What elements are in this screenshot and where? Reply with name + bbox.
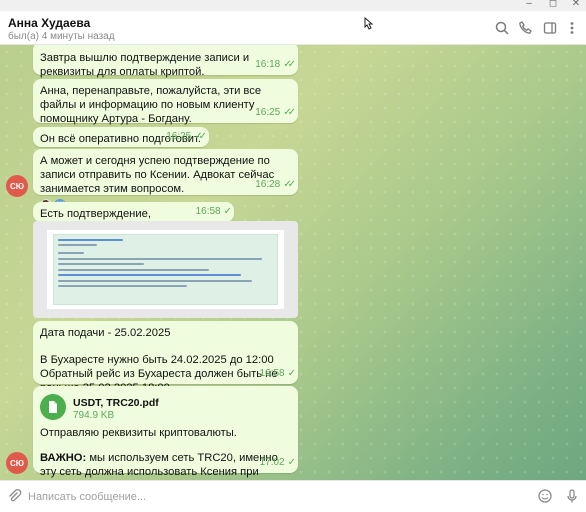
- chat-header[interactable]: Анна Худаева был(а) 4 минуты назад: [0, 11, 586, 45]
- important-label: ВАЖНО:: [40, 452, 87, 464]
- read-check-icon: ✓✓: [283, 107, 296, 118]
- emoji-icon[interactable]: [537, 488, 553, 504]
- message-text: Завтра вышлю подтверждение записи и рекв…: [40, 52, 250, 78]
- read-check-icon: ✓✓: [194, 131, 207, 142]
- read-check-icon: ✓: [223, 206, 233, 217]
- read-check-icon: ✓✓: [283, 59, 296, 70]
- window-titlebar: – ◻ ✕: [0, 0, 586, 11]
- message-bubble[interactable]: USDT, TRC20.pdf 794.9 KB Отправляю рекви…: [33, 386, 298, 478]
- read-check-icon: ✓: [287, 457, 297, 468]
- message-composer: [0, 480, 586, 512]
- chat-messages[interactable]: Завтра вышлю подтверждение записи и рекв…: [0, 45, 586, 480]
- forwarded-document-image[interactable]: [33, 221, 298, 318]
- message-text: А может и сегодня успею подтверждение по…: [40, 155, 275, 195]
- chat-status: был(а) 4 минуты назад: [8, 31, 115, 42]
- more-menu-icon[interactable]: [564, 20, 580, 36]
- message-text-arrival: В Бухаресте нужно быть 24.02.2025 до 12:…: [40, 354, 274, 366]
- attach-icon[interactable]: [6, 488, 22, 504]
- message-meta: 16:18 ✓✓: [255, 58, 296, 72]
- minimize-button[interactable]: –: [519, 0, 539, 10]
- phone-icon[interactable]: [518, 20, 534, 36]
- message-time: 16:58: [195, 206, 221, 217]
- message-bubble[interactable]: А может и сегодня успею подтверждение по…: [33, 149, 298, 211]
- close-button[interactable]: ✕: [566, 0, 586, 10]
- message-meta: 16:28 ✓✓: [255, 178, 296, 192]
- microphone-icon[interactable]: [564, 488, 580, 504]
- message-time: 16:18: [255, 59, 281, 70]
- read-check-icon: ✓✓: [283, 179, 296, 190]
- avatar[interactable]: СЮ: [6, 452, 28, 474]
- message-bubble[interactable]: Дата подачи - 25.02.2025 В Бухаресте нуж…: [33, 321, 298, 394]
- message-bubble[interactable]: Анна, перенаправьте, пожалуйста, эти все…: [33, 79, 298, 141]
- chat-title[interactable]: Анна Худаева: [8, 16, 90, 30]
- search-icon[interactable]: [494, 20, 510, 36]
- message-time: 16:25: [255, 107, 281, 118]
- message-time: 16:25: [166, 131, 192, 142]
- message-time: 17:02: [259, 457, 285, 468]
- message-meta: 16:25 ✓✓: [255, 106, 296, 120]
- file-icon[interactable]: [40, 394, 66, 420]
- message-meta: 16:58 ✓: [259, 367, 297, 381]
- message-text-date: Дата подачи - 25.02.2025: [40, 327, 171, 339]
- message-meta: 16:58 ✓: [195, 205, 233, 219]
- message-text: Анна, перенаправьте, пожалуйста, эти все…: [40, 85, 262, 125]
- maximize-button[interactable]: ◻: [543, 0, 563, 10]
- message-time: 16:58: [259, 368, 285, 379]
- message-meta: 17:02 ✓: [259, 456, 297, 470]
- message-time: 16:28: [255, 179, 281, 190]
- sidebar-toggle-icon[interactable]: [542, 20, 558, 36]
- message-bubble[interactable]: Он всё оперативно подготовит. 16:25 ✓✓: [33, 127, 209, 147]
- file-name[interactable]: USDT, TRC20.pdf: [73, 396, 159, 410]
- avatar[interactable]: СЮ: [6, 175, 28, 197]
- message-meta: 16:25 ✓✓: [166, 130, 207, 144]
- message-bubble[interactable]: Есть подтверждение, перенаправляю. 16:58…: [33, 202, 234, 234]
- message-text: Отправляю реквизиты криптовалюты.: [40, 427, 237, 439]
- message-text-important: ВАЖНО: мы используем сеть TRC20, именно …: [40, 451, 291, 480]
- file-size: 794.9 KB: [73, 410, 115, 421]
- read-check-icon: ✓: [287, 368, 297, 379]
- message-input[interactable]: [28, 488, 508, 506]
- message-bubble[interactable]: Завтра вышлю подтверждение записи и рекв…: [33, 45, 298, 78]
- mouse-cursor-icon: [364, 17, 374, 30]
